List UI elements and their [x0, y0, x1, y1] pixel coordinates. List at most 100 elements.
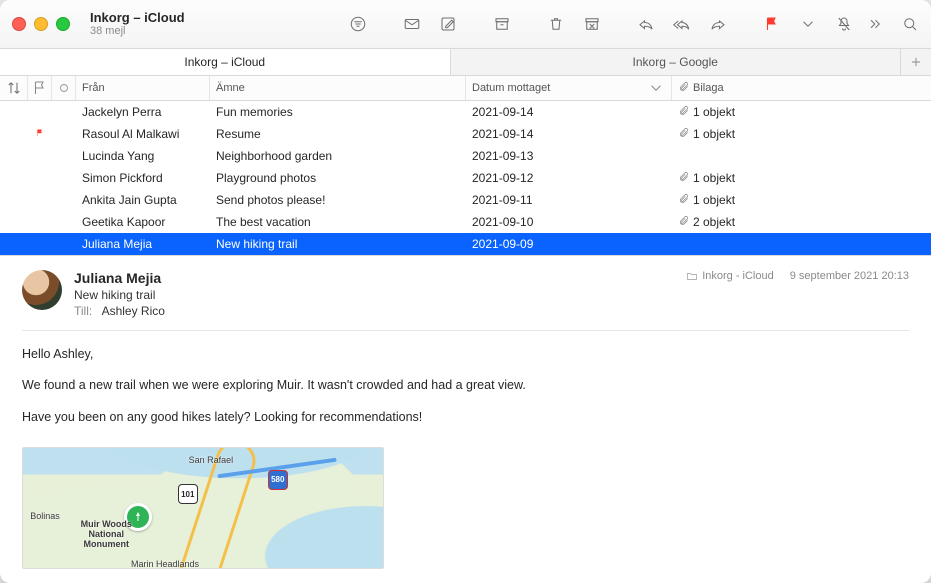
toolbar-right [865, 15, 919, 33]
row-attachment-text: 1 objekt [693, 127, 735, 141]
row-subject: Send photos please! [210, 193, 466, 207]
column-date-label: Datum mottaget [472, 82, 550, 94]
filter-icon[interactable] [349, 15, 367, 33]
preview-to-value: Ashley Rico [102, 304, 165, 318]
preview-folder[interactable]: Inkorg - iCloud [686, 270, 774, 282]
row-date: 2021-09-14 [466, 127, 672, 141]
preview-subject: New hiking trail [74, 288, 674, 302]
row-date: 2021-09-13 [466, 149, 672, 163]
compose-icon[interactable] [439, 15, 457, 33]
message-row[interactable]: Simon PickfordPlayground photos2021-09-1… [0, 167, 931, 189]
message-list-header: Från Ämne Datum mottaget Bilaga [0, 76, 931, 101]
message-row[interactable]: Geetika KapoorThe best vacation2021-09-1… [0, 211, 931, 233]
mute-icon[interactable] [835, 15, 853, 33]
column-read[interactable] [52, 76, 76, 100]
sort-icon [5, 79, 23, 97]
row-subject: New hiking trail [210, 237, 466, 251]
map-label-san-rafael: San Rafael [189, 455, 234, 465]
overflow-icon[interactable] [865, 15, 883, 33]
tab-label: Inkorg – iCloud [184, 55, 265, 69]
column-sort[interactable] [0, 76, 28, 100]
tab-inkorg-icloud[interactable]: Inkorg – iCloud [0, 49, 451, 75]
minimize-window-button[interactable] [34, 17, 48, 31]
preview-separator [22, 330, 909, 331]
row-from: Simon Pickford [76, 171, 210, 185]
message-row[interactable]: Jackelyn PerraFun memories2021-09-141 ob… [0, 101, 931, 123]
column-from[interactable]: Från [76, 76, 210, 100]
window-subtitle: 38 mejl [90, 25, 185, 37]
preview-datetime: 9 september 2021 20:13 [790, 270, 909, 282]
row-subject: The best vacation [210, 215, 466, 229]
route-shield-580: 580 [268, 470, 288, 490]
row-date: 2021-09-10 [466, 215, 672, 229]
message-row[interactable]: Lucinda YangNeighborhood garden2021-09-1… [0, 145, 931, 167]
column-attachment-label: Bilaga [693, 82, 724, 94]
row-flag [28, 127, 52, 141]
window-title: Inkorg – iCloud [90, 11, 185, 25]
message-row[interactable]: Rasoul Al MalkawiResume2021-09-141 objek… [0, 123, 931, 145]
preview-folder-label: Inkorg - iCloud [702, 270, 774, 282]
archive-icon[interactable] [493, 15, 511, 33]
reply-icon[interactable] [637, 15, 655, 33]
mail-window: Inkorg – iCloud 38 mejl [0, 0, 931, 583]
column-from-label: Från [82, 82, 105, 94]
row-attachment-text: 1 objekt [693, 105, 735, 119]
row-date: 2021-09-12 [466, 171, 672, 185]
row-attachment: 1 objekt [672, 171, 902, 185]
row-attachment: 2 objekt [672, 215, 902, 229]
preview-paragraph: We found a new trail when we were explor… [22, 376, 909, 395]
forward-icon[interactable] [709, 15, 727, 33]
row-from: Lucinda Yang [76, 149, 210, 163]
preview-paragraph: Have you been on any good hikes lately? … [22, 408, 909, 427]
window-controls [12, 17, 70, 31]
column-subject[interactable]: Ämne [210, 76, 466, 100]
envelope-icon[interactable] [403, 15, 421, 33]
flag-icon[interactable] [763, 15, 781, 33]
row-attachment: 1 objekt [672, 127, 902, 141]
paperclip-icon [678, 105, 689, 119]
window-title-block: Inkorg – iCloud 38 mejl [90, 11, 185, 37]
row-date: 2021-09-11 [466, 193, 672, 207]
preview-from: Juliana Mejia [74, 270, 674, 286]
junk-icon[interactable] [583, 15, 601, 33]
trash-icon[interactable] [547, 15, 565, 33]
flag-header-icon [31, 79, 49, 97]
toolbar [349, 15, 853, 33]
preview-paragraph: Hello Ashley, [22, 345, 909, 364]
tab-inkorg-google[interactable]: Inkorg – Google [451, 49, 902, 75]
mailbox-tabbar: Inkorg – iCloud Inkorg – Google [0, 49, 931, 76]
preview-to-label: Till: [74, 304, 92, 318]
zoom-window-button[interactable] [56, 17, 70, 31]
map-attachment[interactable]: 101 580 San Rafael Muir WoodsNationalMon… [22, 447, 384, 569]
attachment-header-icon [678, 81, 689, 95]
tab-add-button[interactable] [901, 49, 931, 75]
message-row[interactable]: Ankita Jain GuptaSend photos please!2021… [0, 189, 931, 211]
flag-icon [35, 127, 45, 141]
message-preview: Juliana Mejia New hiking trail Till: Ash… [0, 255, 931, 583]
row-date: 2021-09-14 [466, 105, 672, 119]
search-icon[interactable] [901, 15, 919, 33]
reply-all-icon[interactable] [673, 15, 691, 33]
column-attachment[interactable]: Bilaga [672, 76, 902, 100]
column-flag[interactable] [28, 76, 52, 100]
tab-label: Inkorg – Google [633, 55, 718, 69]
row-from: Ankita Jain Gupta [76, 193, 210, 207]
map-label-marin-headlands: Marin Headlands [131, 559, 199, 569]
row-subject: Playground photos [210, 171, 466, 185]
titlebar: Inkorg – iCloud 38 mejl [0, 0, 931, 49]
row-subject: Neighborhood garden [210, 149, 466, 163]
column-date[interactable]: Datum mottaget [466, 76, 672, 100]
route-shield-101: 101 [178, 484, 198, 504]
row-attachment: 1 objekt [672, 105, 902, 119]
preview-right: Inkorg - iCloud 9 september 2021 20:13 [686, 270, 909, 318]
message-row[interactable]: Juliana MejiaNew hiking trail2021-09-09 [0, 233, 931, 255]
map-label-bolinas: Bolinas [30, 511, 60, 521]
preview-header: Juliana Mejia New hiking trail Till: Ash… [22, 270, 909, 318]
close-window-button[interactable] [12, 17, 26, 31]
column-subject-label: Ämne [216, 82, 245, 94]
message-list: Jackelyn PerraFun memories2021-09-141 ob… [0, 101, 931, 255]
flag-menu-chevron-icon[interactable] [799, 15, 817, 33]
map-label-muir-woods: Muir WoodsNationalMonument [81, 520, 132, 550]
paperclip-icon [678, 215, 689, 229]
row-date: 2021-09-09 [466, 237, 672, 251]
